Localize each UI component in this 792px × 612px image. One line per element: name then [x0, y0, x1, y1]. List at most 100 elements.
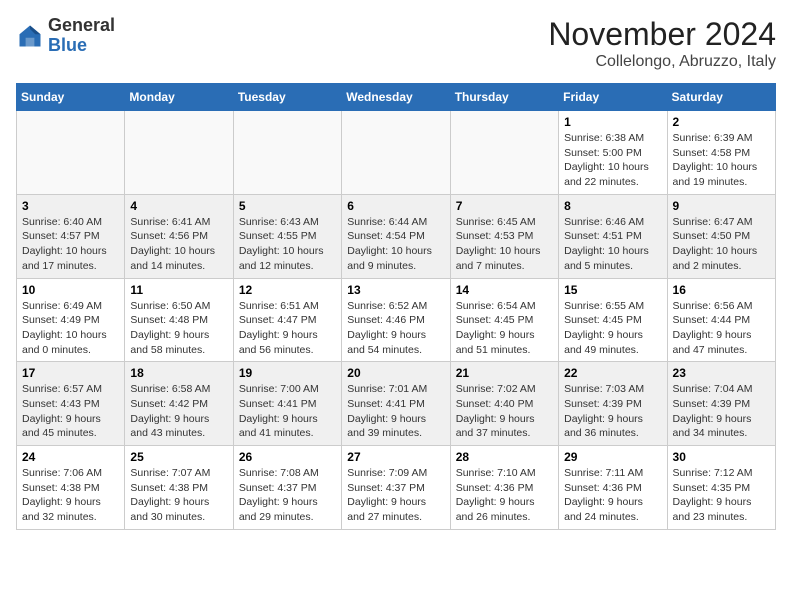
day-header-tuesday: Tuesday [233, 84, 341, 111]
day-number: 29 [564, 450, 661, 464]
day-number: 5 [239, 199, 336, 213]
day-number: 13 [347, 283, 444, 297]
day-number: 6 [347, 199, 444, 213]
day-info: Sunrise: 7:12 AMSunset: 4:35 PMDaylight:… [673, 466, 770, 525]
day-info: Sunrise: 6:47 AMSunset: 4:50 PMDaylight:… [673, 215, 770, 274]
calendar-table: SundayMondayTuesdayWednesdayThursdayFrid… [16, 83, 776, 530]
day-info: Sunrise: 6:38 AMSunset: 5:00 PMDaylight:… [564, 131, 661, 190]
day-number: 11 [130, 283, 227, 297]
day-info: Sunrise: 6:39 AMSunset: 4:58 PMDaylight:… [673, 131, 770, 190]
calendar-cell [125, 111, 233, 195]
day-number: 10 [22, 283, 119, 297]
day-number: 16 [673, 283, 770, 297]
day-info: Sunrise: 6:40 AMSunset: 4:57 PMDaylight:… [22, 215, 119, 274]
calendar-cell: 23 Sunrise: 7:04 AMSunset: 4:39 PMDayligh… [667, 362, 775, 446]
calendar-cell: 9 Sunrise: 6:47 AMSunset: 4:50 PMDaylight… [667, 194, 775, 278]
day-number: 4 [130, 199, 227, 213]
calendar-cell: 29 Sunrise: 7:11 AMSunset: 4:36 PMDayligh… [559, 446, 667, 530]
week-row-4: 17 Sunrise: 6:57 AMSunset: 4:43 PMDayligh… [17, 362, 776, 446]
day-number: 19 [239, 366, 336, 380]
day-number: 26 [239, 450, 336, 464]
calendar-cell: 5 Sunrise: 6:43 AMSunset: 4:55 PMDaylight… [233, 194, 341, 278]
day-number: 8 [564, 199, 661, 213]
calendar-cell: 2 Sunrise: 6:39 AMSunset: 4:58 PMDaylight… [667, 111, 775, 195]
day-header-wednesday: Wednesday [342, 84, 450, 111]
day-info: Sunrise: 6:52 AMSunset: 4:46 PMDaylight:… [347, 299, 444, 358]
day-info: Sunrise: 6:50 AMSunset: 4:48 PMDaylight:… [130, 299, 227, 358]
calendar-cell [17, 111, 125, 195]
calendar-cell: 15Sunrise: 6:55 AMSunset: 4:45 PMDayligh… [559, 278, 667, 362]
day-info: Sunrise: 7:00 AMSunset: 4:41 PMDaylight:… [239, 382, 336, 441]
day-header-saturday: Saturday [667, 84, 775, 111]
calendar-cell: 18Sunrise: 6:58 AMSunset: 4:42 PMDayligh… [125, 362, 233, 446]
day-info: Sunrise: 7:02 AMSunset: 4:40 PMDaylight:… [456, 382, 553, 441]
day-number: 25 [130, 450, 227, 464]
day-number: 20 [347, 366, 444, 380]
day-info: Sunrise: 7:11 AMSunset: 4:36 PMDaylight:… [564, 466, 661, 525]
calendar-cell: 4Sunrise: 6:41 AMSunset: 4:56 PMDaylight… [125, 194, 233, 278]
logo-icon [16, 22, 44, 50]
calendar-cell: 25 Sunrise: 7:07 AMSunset: 4:38 PMDayligh… [125, 446, 233, 530]
calendar-cell: 26 Sunrise: 7:08 AMSunset: 4:37 PMDayligh… [233, 446, 341, 530]
day-number: 18 [130, 366, 227, 380]
day-number: 2 [673, 115, 770, 129]
day-info: Sunrise: 7:07 AMSunset: 4:38 PMDaylight:… [130, 466, 227, 525]
calendar-cell: 11 Sunrise: 6:50 AMSunset: 4:48 PMDayligh… [125, 278, 233, 362]
day-header-monday: Monday [125, 84, 233, 111]
day-number: 1 [564, 115, 661, 129]
day-number: 21 [456, 366, 553, 380]
calendar-cell [233, 111, 341, 195]
location-subtitle: Collelongo, Abruzzo, Italy [548, 53, 776, 71]
week-row-5: 24 Sunrise: 7:06 AMSunset: 4:38 PMDayligh… [17, 446, 776, 530]
calendar-cell: 27 Sunrise: 7:09 AMSunset: 4:37 PMDayligh… [342, 446, 450, 530]
day-number: 7 [456, 199, 553, 213]
day-info: Sunrise: 6:57 AMSunset: 4:43 PMDaylight:… [22, 382, 119, 441]
day-info: Sunrise: 6:45 AMSunset: 4:53 PMDaylight:… [456, 215, 553, 274]
logo-blue-text: Blue [48, 35, 87, 55]
day-info: Sunrise: 6:56 AMSunset: 4:44 PMDaylight:… [673, 299, 770, 358]
day-number: 22 [564, 366, 661, 380]
calendar-cell: 3 Sunrise: 6:40 AMSunset: 4:57 PMDaylight… [17, 194, 125, 278]
day-number: 12 [239, 283, 336, 297]
calendar-cell: 30 Sunrise: 7:12 AMSunset: 4:35 PMDayligh… [667, 446, 775, 530]
title-area: November 2024 Collelongo, Abruzzo, Italy [548, 16, 776, 71]
day-info: Sunrise: 7:09 AMSunset: 4:37 PMDaylight:… [347, 466, 444, 525]
calendar-cell: 12Sunrise: 6:51 AMSunset: 4:47 PMDayligh… [233, 278, 341, 362]
calendar-cell: 24 Sunrise: 7:06 AMSunset: 4:38 PMDayligh… [17, 446, 125, 530]
day-info: Sunrise: 6:54 AMSunset: 4:45 PMDaylight:… [456, 299, 553, 358]
calendar-cell [342, 111, 450, 195]
calendar-cell: 13 Sunrise: 6:52 AMSunset: 4:46 PMDayligh… [342, 278, 450, 362]
day-info: Sunrise: 7:01 AMSunset: 4:41 PMDaylight:… [347, 382, 444, 441]
calendar-cell: 20 Sunrise: 7:01 AMSunset: 4:41 PMDayligh… [342, 362, 450, 446]
calendar-cell: 8Sunrise: 6:46 AMSunset: 4:51 PMDaylight… [559, 194, 667, 278]
day-number: 24 [22, 450, 119, 464]
calendar-cell: 7 Sunrise: 6:45 AMSunset: 4:53 PMDaylight… [450, 194, 558, 278]
day-number: 27 [347, 450, 444, 464]
calendar-cell: 10 Sunrise: 6:49 AMSunset: 4:49 PMDayligh… [17, 278, 125, 362]
day-number: 30 [673, 450, 770, 464]
calendar-cell [450, 111, 558, 195]
week-row-1: 1 Sunrise: 6:38 AMSunset: 5:00 PMDaylight… [17, 111, 776, 195]
day-header-friday: Friday [559, 84, 667, 111]
day-info: Sunrise: 7:08 AMSunset: 4:37 PMDaylight:… [239, 466, 336, 525]
calendar-cell: 6 Sunrise: 6:44 AMSunset: 4:54 PMDaylight… [342, 194, 450, 278]
week-row-2: 3 Sunrise: 6:40 AMSunset: 4:57 PMDaylight… [17, 194, 776, 278]
day-number: 14 [456, 283, 553, 297]
day-number: 15 [564, 283, 661, 297]
day-info: Sunrise: 7:04 AMSunset: 4:39 PMDaylight:… [673, 382, 770, 441]
day-number: 17 [22, 366, 119, 380]
day-info: Sunrise: 6:49 AMSunset: 4:49 PMDaylight:… [22, 299, 119, 358]
calendar-cell: 1 Sunrise: 6:38 AMSunset: 5:00 PMDaylight… [559, 111, 667, 195]
day-number: 9 [673, 199, 770, 213]
logo-general-text: General [48, 15, 115, 35]
day-info: Sunrise: 7:10 AMSunset: 4:36 PMDaylight:… [456, 466, 553, 525]
day-number: 23 [673, 366, 770, 380]
day-info: Sunrise: 6:43 AMSunset: 4:55 PMDaylight:… [239, 215, 336, 274]
week-row-3: 10 Sunrise: 6:49 AMSunset: 4:49 PMDayligh… [17, 278, 776, 362]
calendar-cell: 19 Sunrise: 7:00 AMSunset: 4:41 PMDayligh… [233, 362, 341, 446]
day-number: 3 [22, 199, 119, 213]
logo: General Blue [16, 16, 115, 56]
day-info: Sunrise: 7:06 AMSunset: 4:38 PMDaylight:… [22, 466, 119, 525]
month-title: November 2024 [548, 16, 776, 53]
day-info: Sunrise: 6:44 AMSunset: 4:54 PMDaylight:… [347, 215, 444, 274]
